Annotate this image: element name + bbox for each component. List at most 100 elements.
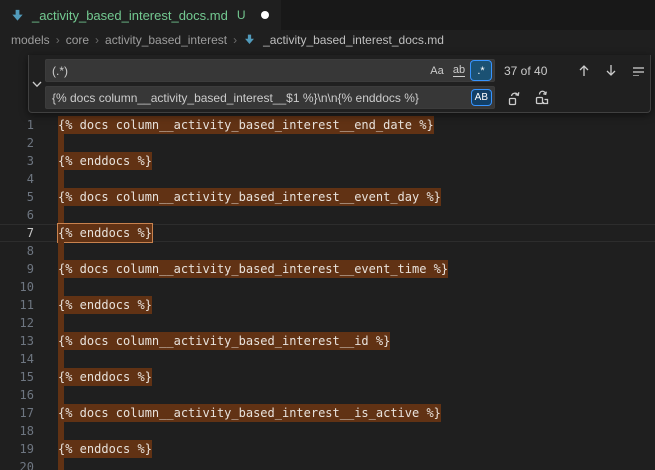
editor-line[interactable]: 20 — [0, 458, 655, 470]
next-match-button[interactable] — [600, 60, 622, 82]
line-number: 4 — [0, 170, 36, 188]
line-number: 1 — [0, 116, 36, 134]
line-text — [58, 170, 64, 188]
editor-line[interactable]: 13 {% docs column__activity_based_intere… — [0, 332, 655, 350]
replace-row: {% docs column__activity_based_interest_… — [45, 86, 655, 109]
editor-line[interactable]: 2 — [0, 134, 655, 152]
whole-word-toggle[interactable]: ab — [449, 61, 469, 80]
editor-line[interactable]: 6 — [0, 206, 655, 224]
line-text: {% docs column__activity_based_interest_… — [58, 188, 441, 206]
arrow-up-icon — [578, 64, 590, 77]
line-number: 19 — [0, 440, 36, 458]
breadcrumb-separator: › — [92, 33, 102, 47]
chevron-down-icon — [32, 80, 42, 88]
breadcrumb-item-activity-based-interest[interactable]: activity_based_interest — [105, 33, 227, 47]
tab-active-file[interactable]: _activity_based_interest_docs.md U — [0, 0, 281, 30]
match-count-label: 37 of 40 — [504, 64, 560, 78]
editor-line[interactable]: 19 {% enddocs %} — [0, 440, 655, 458]
regex-toggle[interactable]: .* — [471, 61, 491, 80]
find-in-selection-button[interactable] — [627, 60, 649, 82]
editor-line[interactable]: 11 {% enddocs %} — [0, 296, 655, 314]
replace-all-button[interactable] — [531, 87, 553, 109]
line-text: {% enddocs %} — [58, 368, 152, 386]
editor-line[interactable]: 4 — [0, 170, 655, 188]
toggle-replace-button[interactable] — [29, 59, 45, 108]
editor-line[interactable]: 14 — [0, 350, 655, 368]
find-input[interactable]: (.*) Aa ab .* — [45, 59, 495, 82]
line-number: 16 — [0, 386, 36, 404]
editor-line[interactable]: 18 — [0, 422, 655, 440]
line-number: 6 — [0, 206, 36, 224]
line-number: 7 — [0, 224, 36, 242]
editor-line[interactable]: 9 {% docs column__activity_based_interes… — [0, 260, 655, 278]
vscode-window: _activity_based_interest_docs.md U model… — [0, 0, 655, 470]
find-row: (.*) Aa ab .* 37 of 40 — [45, 59, 655, 82]
line-text: {% docs column__activity_based_interest_… — [58, 116, 434, 134]
tab-filename: _activity_based_interest_docs.md — [32, 8, 228, 23]
line-text — [58, 314, 64, 332]
replace-value: {% docs column__activity_based_interest_… — [52, 91, 472, 105]
previous-match-button[interactable] — [573, 60, 595, 82]
line-number: 15 — [0, 368, 36, 386]
unsaved-changes-dot[interactable] — [261, 11, 269, 19]
line-text — [58, 350, 64, 368]
selection-lines-icon — [632, 66, 645, 76]
editor-line[interactable]: 17 {% docs column__activity_based_intere… — [0, 404, 655, 422]
line-text: {% docs column__activity_based_interest_… — [58, 332, 390, 350]
tab-bar: _activity_based_interest_docs.md U — [0, 0, 655, 30]
line-number: 5 — [0, 188, 36, 206]
breadcrumb-item-models[interactable]: models — [11, 33, 50, 47]
editor-line[interactable]: 16 — [0, 386, 655, 404]
line-number: 14 — [0, 350, 36, 368]
editor-line[interactable]: 8 — [0, 242, 655, 260]
line-number: 3 — [0, 152, 36, 170]
replace-button[interactable] — [504, 87, 526, 109]
line-text — [58, 242, 64, 260]
line-text — [58, 206, 64, 224]
line-number: 18 — [0, 422, 36, 440]
markdown-file-icon — [10, 8, 25, 23]
markdown-file-icon — [243, 33, 256, 46]
editor-line[interactable]: 5 {% docs column__activity_based_interes… — [0, 188, 655, 206]
editor-line[interactable]: 10 — [0, 278, 655, 296]
line-text — [58, 278, 64, 296]
line-text: {% docs column__activity_based_interest_… — [58, 260, 448, 278]
line-number: 2 — [0, 134, 36, 152]
breadcrumb-item-core[interactable]: core — [66, 33, 89, 47]
line-text: {% enddocs %} — [58, 440, 152, 458]
editor-line[interactable]: 15 {% enddocs %} — [0, 368, 655, 386]
replace-all-icon — [534, 90, 550, 106]
git-status-badge: U — [237, 8, 246, 22]
line-text — [58, 386, 64, 404]
line-text — [58, 134, 64, 152]
line-number: 10 — [0, 278, 36, 296]
line-text: {% enddocs %} — [58, 152, 152, 170]
replace-icon — [507, 90, 523, 106]
find-query: (.*) — [52, 64, 425, 78]
replace-input[interactable]: {% docs column__activity_based_interest_… — [45, 86, 495, 109]
breadcrumb: models › core › activity_based_interest … — [0, 30, 655, 49]
editor-line[interactable]: 12 — [0, 314, 655, 332]
line-number: 9 — [0, 260, 36, 278]
preserve-case-toggle[interactable]: AB — [472, 90, 491, 105]
line-number: 12 — [0, 314, 36, 332]
line-text — [58, 422, 64, 440]
find-replace-widget: (.*) Aa ab .* 37 of 40 — [28, 55, 651, 113]
breadcrumb-item-filename[interactable]: _activity_based_interest_docs.md — [263, 33, 444, 47]
breadcrumb-separator: › — [53, 33, 63, 47]
line-text: {% enddocs %} — [58, 224, 152, 242]
line-number: 20 — [0, 458, 36, 470]
editor-line[interactable]: 7 {% enddocs %} — [0, 224, 655, 242]
line-text — [58, 458, 64, 470]
line-text: {% docs column__activity_based_interest_… — [58, 404, 441, 422]
breadcrumb-separator: › — [230, 33, 240, 47]
line-text: {% enddocs %} — [58, 296, 152, 314]
line-number: 11 — [0, 296, 36, 314]
line-number: 8 — [0, 242, 36, 260]
editor-line[interactable]: 3 {% enddocs %} — [0, 152, 655, 170]
match-case-toggle[interactable]: Aa — [427, 61, 447, 80]
line-number: 13 — [0, 332, 36, 350]
line-number: 17 — [0, 404, 36, 422]
arrow-down-icon — [605, 64, 617, 77]
editor-line[interactable]: 1 {% docs column__activity_based_interes… — [0, 116, 655, 134]
